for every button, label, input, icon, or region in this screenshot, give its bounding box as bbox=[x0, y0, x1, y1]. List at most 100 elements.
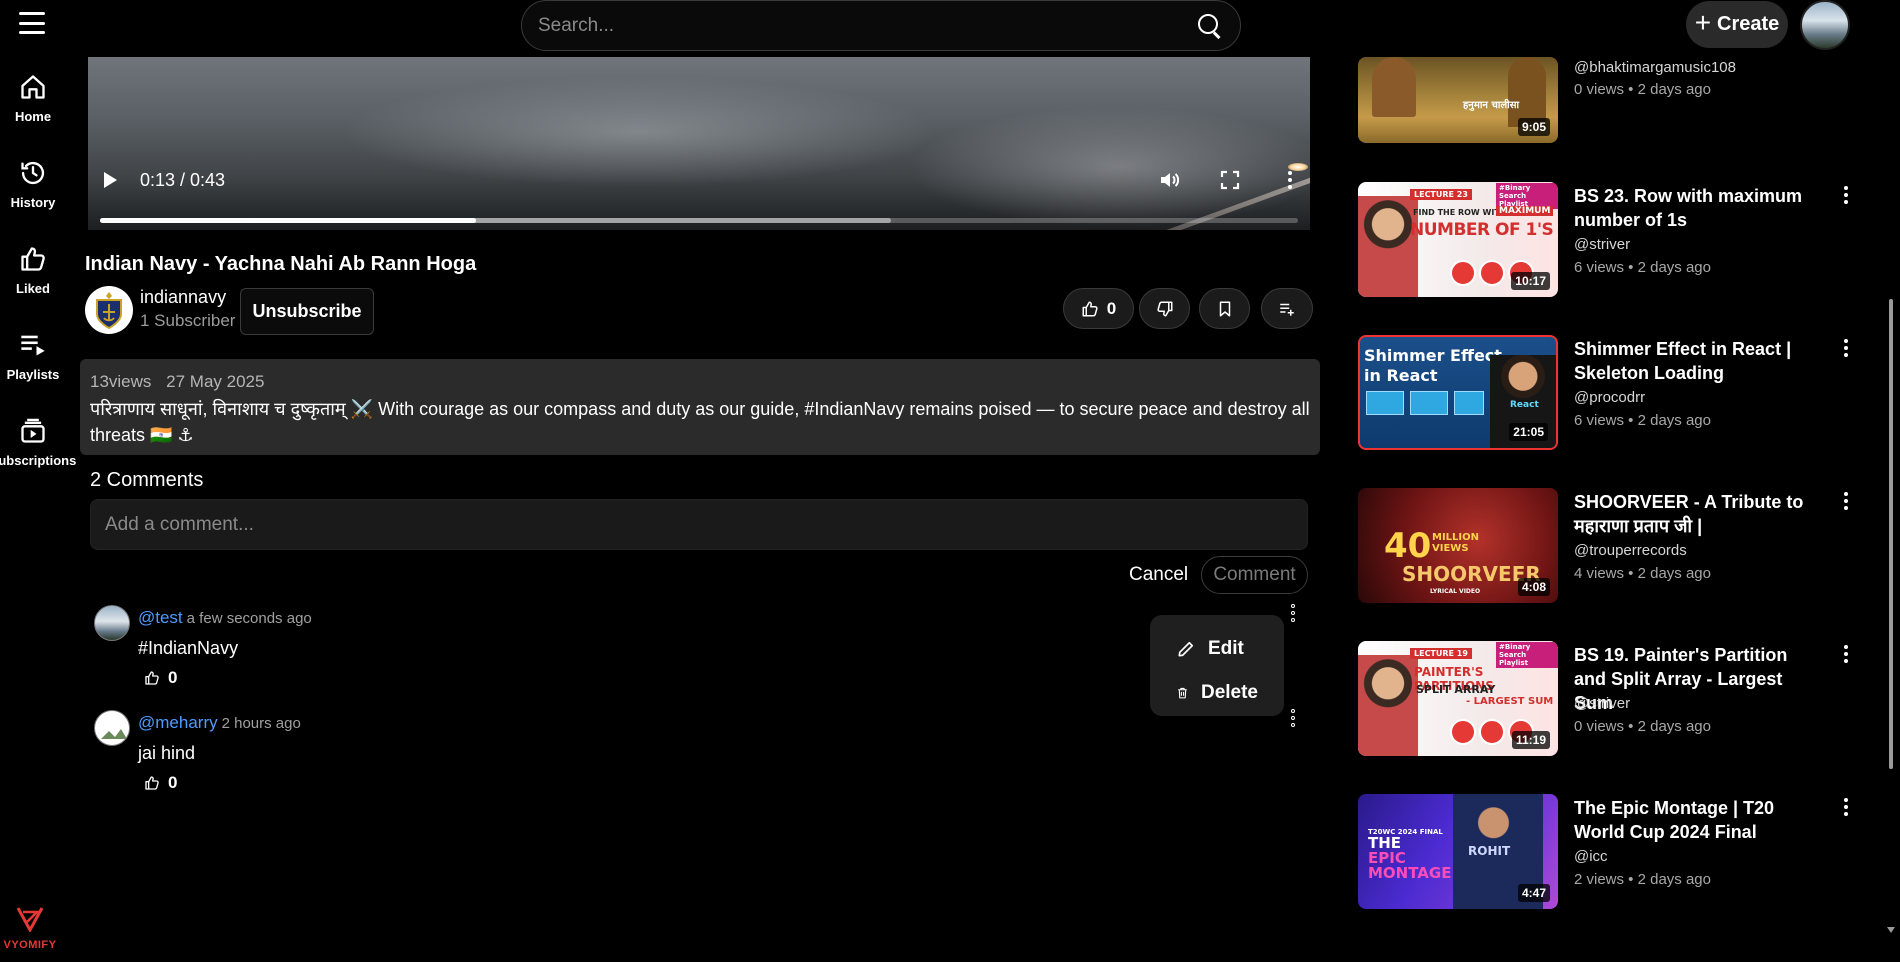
video-thumbnail[interactable]: Shimmer Effect in React React 21:05 bbox=[1358, 335, 1558, 450]
related-video-item[interactable]: LECTURE 23 #Binary Search Playlist FIND … bbox=[1358, 182, 1858, 297]
related-meta: 0 views • 2 days ago bbox=[1574, 81, 1711, 98]
comment-more-icon[interactable] bbox=[1290, 604, 1296, 622]
search-input[interactable] bbox=[538, 14, 1196, 37]
search-bar bbox=[521, 0, 1241, 51]
comment-input[interactable] bbox=[105, 513, 1293, 536]
thumb-line: MILLION VIEWS bbox=[1432, 532, 1480, 554]
scrollbar[interactable] bbox=[1885, 57, 1897, 962]
plus-icon: + bbox=[1694, 7, 1712, 38]
comment-author[interactable]: @test a few seconds ago bbox=[138, 608, 312, 628]
description-text: परित्राणाय साधूनां, विनाशाय च दुष्कृताम्… bbox=[90, 399, 1310, 445]
brand-logo[interactable]: VYOMIFY bbox=[0, 904, 60, 951]
thumb-line: Shimmer Effect bbox=[1364, 346, 1502, 365]
search-icon[interactable] bbox=[1196, 12, 1224, 40]
time-display: 0:13 / 0:43 bbox=[140, 170, 226, 190]
more-options-icon[interactable] bbox=[1843, 645, 1849, 663]
sidebar-item-playlists[interactable]: Playlists bbox=[0, 315, 66, 401]
unsubscribe-button[interactable]: Unsubscribe bbox=[240, 288, 374, 335]
thumb-line: MAXIMUM bbox=[1496, 206, 1554, 216]
video-title: Indian Navy - Yachna Nahi Ab Rann Hoga bbox=[85, 253, 477, 275]
comment-like-count: 0 bbox=[168, 668, 178, 687]
sidebar-item-history[interactable]: History bbox=[0, 143, 66, 229]
channel-avatar[interactable] bbox=[85, 286, 133, 334]
related-channel[interactable]: @icc bbox=[1574, 848, 1608, 865]
commenter-avatar[interactable] bbox=[94, 710, 130, 746]
top-header: + Create bbox=[0, 0, 1900, 57]
add-to-playlist-button[interactable] bbox=[1261, 288, 1313, 329]
react-badge: React bbox=[1510, 400, 1539, 410]
create-button[interactable]: + Create bbox=[1686, 1, 1788, 48]
more-options-icon[interactable] bbox=[1843, 798, 1849, 816]
description-meta: 13views 27 May 2025 bbox=[90, 372, 1310, 392]
sidebar-item-liked[interactable]: Liked bbox=[0, 229, 66, 315]
create-label: Create bbox=[1717, 13, 1780, 35]
related-channel[interactable]: @striver bbox=[1574, 695, 1630, 712]
related-channel[interactable]: @procodrr bbox=[1574, 389, 1645, 406]
video-thumbnail[interactable]: हनुमान चालीसा 9:05 bbox=[1358, 57, 1558, 143]
scroll-down-arrow-icon[interactable] bbox=[1887, 927, 1895, 933]
played-bar bbox=[100, 218, 477, 223]
comment-text: jai hind bbox=[138, 743, 196, 763]
related-channel[interactable]: @trouperrecords bbox=[1574, 542, 1687, 559]
more-options-icon[interactable] bbox=[1278, 168, 1302, 192]
sidebar-item-label: Liked bbox=[16, 281, 50, 296]
comment-like-button[interactable]: 0 bbox=[144, 773, 177, 793]
related-meta: 0 views • 2 days ago bbox=[1574, 718, 1711, 735]
edit-menu-item[interactable]: Edit bbox=[1150, 627, 1284, 671]
video-duration: 10:17 bbox=[1511, 272, 1550, 290]
sidebar-item-home[interactable]: Home bbox=[0, 57, 66, 143]
playlist-icon bbox=[21, 335, 45, 356]
user-avatar[interactable] bbox=[1800, 0, 1850, 50]
channel-name[interactable]: indiannavy bbox=[140, 287, 226, 308]
thumb-line: in React bbox=[1364, 366, 1438, 385]
progress-bar[interactable] bbox=[100, 218, 1298, 223]
related-title[interactable]: BS 23. Row with maximum number of 1s bbox=[1574, 184, 1824, 232]
related-channel[interactable]: @bhaktimargamusic108 bbox=[1574, 59, 1736, 76]
related-video-item[interactable]: Shimmer Effect in React React 21:05 Shim… bbox=[1358, 335, 1858, 450]
more-options-icon[interactable] bbox=[1843, 186, 1849, 204]
related-title[interactable]: SHOORVEER - A Tribute to महाराणा प्रताप … bbox=[1574, 490, 1824, 538]
video-thumbnail[interactable]: LECTURE 19 #Binary Search Playlist PAINT… bbox=[1358, 641, 1558, 756]
related-meta: 6 views • 2 days ago bbox=[1574, 412, 1711, 429]
comment-author[interactable]: @meharry 2 hours ago bbox=[138, 713, 301, 733]
related-video-item[interactable]: T20WC 2024 FINAL THE EPIC MONTAGE ROHIT … bbox=[1358, 794, 1858, 909]
related-meta: 6 views • 2 days ago bbox=[1574, 259, 1711, 276]
video-thumbnail[interactable]: 40 MILLION VIEWS SHOORVEER LYRICAL VIDEO… bbox=[1358, 488, 1558, 603]
related-title[interactable]: Shimmer Effect in React | Skeleton Loadi… bbox=[1574, 337, 1824, 385]
thumb-line: SPLIT ARRAY bbox=[1416, 683, 1496, 696]
cancel-button[interactable]: Cancel bbox=[1129, 564, 1188, 586]
like-button[interactable]: 0 bbox=[1063, 288, 1134, 329]
related-video-item[interactable]: 40 MILLION VIEWS SHOORVEER LYRICAL VIDEO… bbox=[1358, 488, 1858, 603]
pencil-icon bbox=[1178, 641, 1194, 657]
thumbs-up-icon bbox=[1082, 301, 1098, 316]
volume-icon[interactable] bbox=[1158, 168, 1182, 192]
dislike-button[interactable] bbox=[1139, 288, 1190, 329]
video-duration: 4:08 bbox=[1517, 578, 1550, 596]
comment-submit-button[interactable]: Comment bbox=[1201, 556, 1308, 594]
delete-label: Delete bbox=[1200, 682, 1258, 703]
comment-item: @test a few seconds ago #IndianNavy 0 bbox=[94, 604, 1324, 705]
related-channel[interactable]: @striver bbox=[1574, 236, 1630, 253]
hamburger-menu-icon[interactable] bbox=[18, 10, 46, 36]
video-player[interactable]: 0:13 / 0:43 bbox=[88, 57, 1310, 230]
delete-menu-item[interactable]: Delete bbox=[1150, 671, 1284, 715]
brand-logo-icon bbox=[16, 907, 44, 934]
comment-like-button[interactable]: 0 bbox=[144, 668, 177, 688]
thumb-line: 40 bbox=[1384, 526, 1432, 566]
play-icon[interactable] bbox=[104, 172, 117, 188]
save-button[interactable] bbox=[1199, 288, 1250, 329]
more-options-icon[interactable] bbox=[1843, 492, 1849, 510]
thumb-line: - LARGEST SUM bbox=[1466, 696, 1554, 707]
comment-more-icon[interactable] bbox=[1290, 709, 1296, 727]
video-description: 13views 27 May 2025 परित्राणाय साधूनां, … bbox=[80, 359, 1320, 455]
scrollbar-thumb[interactable] bbox=[1889, 299, 1893, 769]
edit-label: Edit bbox=[1208, 638, 1244, 659]
sidebar-item-subscriptions[interactable]: Subscriptions bbox=[0, 401, 76, 487]
video-thumbnail[interactable]: LECTURE 23 #Binary Search Playlist FIND … bbox=[1358, 182, 1558, 297]
related-video-item[interactable]: LECTURE 19 #Binary Search Playlist PAINT… bbox=[1358, 641, 1858, 756]
fullscreen-icon[interactable] bbox=[1218, 168, 1242, 192]
related-title[interactable]: The Epic Montage | T20 World Cup 2024 Fi… bbox=[1574, 796, 1824, 844]
commenter-avatar[interactable] bbox=[94, 605, 130, 641]
video-thumbnail[interactable]: T20WC 2024 FINAL THE EPIC MONTAGE ROHIT … bbox=[1358, 794, 1558, 909]
more-options-icon[interactable] bbox=[1843, 339, 1849, 357]
